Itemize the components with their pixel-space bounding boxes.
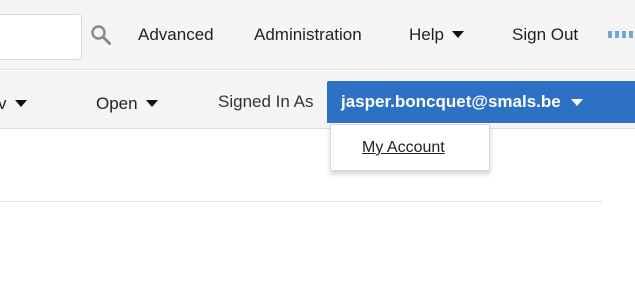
chevron-down-icon [570,98,583,106]
help-menu[interactable]: Help [409,25,464,45]
user-email: jasper.boncquet@smals.be [341,92,561,111]
search-input[interactable] [0,14,82,60]
my-account-menu-item[interactable]: My Account [362,139,445,157]
app-grid-icon[interactable] [608,31,633,38]
help-menu-label: Help [409,25,444,44]
top-header-bar: Advanced Administration Help Sign Out [0,0,635,70]
chevron-down-icon [451,31,464,39]
open-menu[interactable]: Open [96,94,158,114]
chevron-down-icon [14,100,27,108]
chevron-down-icon [145,100,158,108]
user-account-menu-button[interactable]: jasper.boncquet@smals.be [327,81,635,123]
signed-in-as-label: Signed In As [218,92,314,111]
administration-link[interactable]: Administration [254,25,362,45]
new-menu[interactable]: v [0,94,27,114]
search-icon[interactable] [90,24,112,46]
user-menu-dropdown: My Account [330,124,490,171]
content-divider [0,201,602,202]
new-menu-label-partial: v [0,94,7,113]
advanced-link[interactable]: Advanced [138,25,214,45]
sign-out-link[interactable]: Sign Out [512,25,578,45]
open-menu-label: Open [96,94,138,113]
